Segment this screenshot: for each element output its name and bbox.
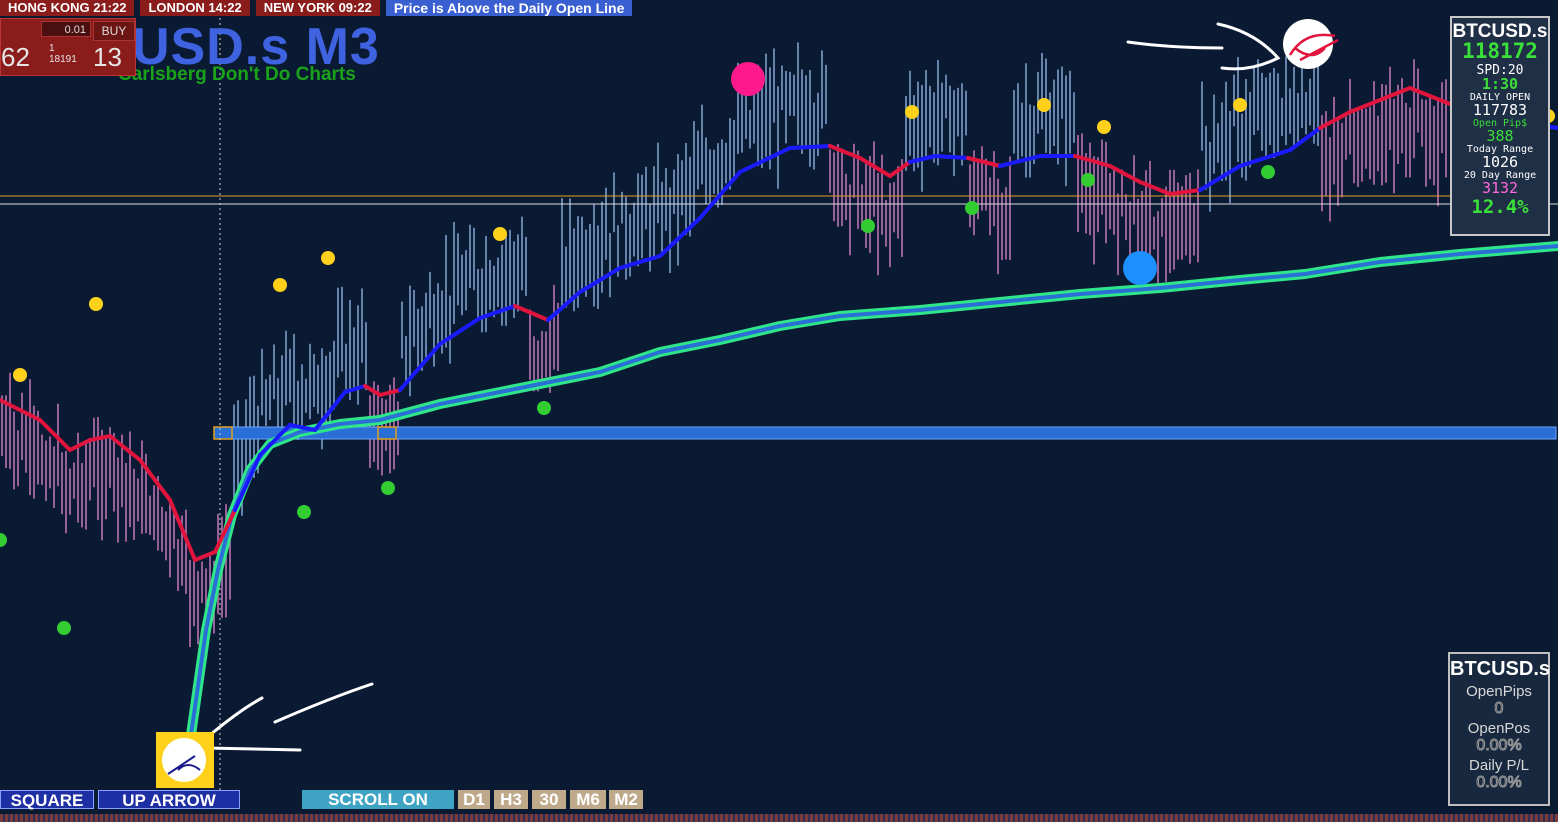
fast-ma-segment: [933, 154, 970, 160]
pink-marker-icon: [731, 62, 765, 96]
position-open-pos-value: 0.00%: [1476, 737, 1522, 755]
session-hong-kong: HONG KONG 21:22: [0, 0, 135, 16]
swing-high-dot: [273, 278, 287, 292]
info-bar-countdown: 1:30: [1481, 75, 1519, 93]
swing-high-dot: [1097, 120, 1111, 134]
status-message: Price is Above the Daily Open Line: [385, 0, 633, 16]
position-open-pips-value: 0: [1494, 700, 1504, 718]
price-prefix-top: 1: [49, 43, 55, 54]
timeframe-h3-button[interactable]: H3: [494, 790, 528, 809]
info-price: 118172: [1462, 39, 1538, 63]
position-daily-pl-value: 0.00%: [1476, 774, 1522, 792]
one-click-trade-panel: 0.01 BUY 62 1 18191 13: [0, 18, 136, 76]
scroll-toggle-button[interactable]: SCROLL ON: [302, 790, 454, 809]
position-symbol: BTCUSD.s: [1450, 658, 1551, 680]
white-marker-icon: [1283, 19, 1333, 69]
swing-low-dot: [1261, 165, 1275, 179]
swing-high-dot: [493, 227, 507, 241]
swing-high-dot: [321, 251, 335, 265]
bid-price-large[interactable]: 62: [1, 43, 30, 71]
ask-price-prefix: 1 18191: [49, 43, 77, 65]
position-open-pos-label: OpenPos: [1467, 720, 1531, 737]
swing-low-dot: [1081, 173, 1095, 187]
swing-high-dot: [905, 105, 919, 119]
fast-ma-segment: [788, 144, 832, 150]
range-percent: 12.4%: [1471, 196, 1529, 218]
blue-marker-icon: [1123, 251, 1157, 285]
day20-range-value: 3132: [1481, 179, 1519, 197]
buy-button[interactable]: BUY: [93, 21, 135, 41]
chart-tagline: Carlsberg Don't Do Charts: [118, 64, 356, 85]
swing-low-dot: [381, 481, 395, 495]
position-daily-pl-label: Daily P/L: [1468, 757, 1530, 774]
bottom-ticker-strip: [0, 814, 1558, 822]
position-open-pips-label: OpenPips: [1466, 683, 1532, 700]
price-prefix-bottom: 18191: [49, 54, 77, 65]
lot-size-input[interactable]: 0.01: [41, 21, 91, 37]
position-panel: BTCUSD.s OpenPips 0 OpenPos 0.00% Daily …: [1448, 652, 1550, 806]
square-button[interactable]: SQUARE: [0, 790, 94, 810]
open-pips-value: 388: [1486, 127, 1514, 145]
timeframe-m6-button[interactable]: M6: [570, 790, 606, 809]
session-london: LONDON 14:22: [140, 0, 250, 16]
symbol-info-panel: BTCUSD.s 118172 SPD:20 1:30 DAILY OPEN 1…: [1450, 16, 1550, 236]
up-arrow-signal-circle: [162, 738, 206, 782]
session-new-york: NEW YORK 09:22: [255, 0, 380, 16]
timeframe-30-button[interactable]: 30: [532, 790, 566, 809]
swing-low-dot: [297, 505, 311, 519]
swing-high-dot: [13, 368, 27, 382]
swing-high-dot: [1037, 98, 1051, 112]
swing-high-dot: [89, 297, 103, 311]
daily-open-value: 117783: [1472, 101, 1528, 119]
swing-high-dot: [1233, 98, 1247, 112]
up-arrow-button[interactable]: UP ARROW: [98, 790, 240, 810]
swing-low-dot: [57, 621, 71, 635]
swing-low-dot: [861, 219, 875, 233]
ask-price-large[interactable]: 13: [93, 43, 122, 71]
daily-open-band: [213, 426, 1557, 440]
timeframe-m2-button[interactable]: M2: [609, 790, 643, 809]
swing-low-dot: [537, 401, 551, 415]
timeframe-d1-button[interactable]: D1: [458, 790, 490, 809]
session-clock-bar: HONG KONG 21:22 LONDON 14:22 NEW YORK 09…: [0, 0, 633, 16]
price-chart[interactable]: [0, 0, 1558, 822]
swing-low-dot: [965, 201, 979, 215]
today-range-value: 1026: [1481, 153, 1519, 171]
